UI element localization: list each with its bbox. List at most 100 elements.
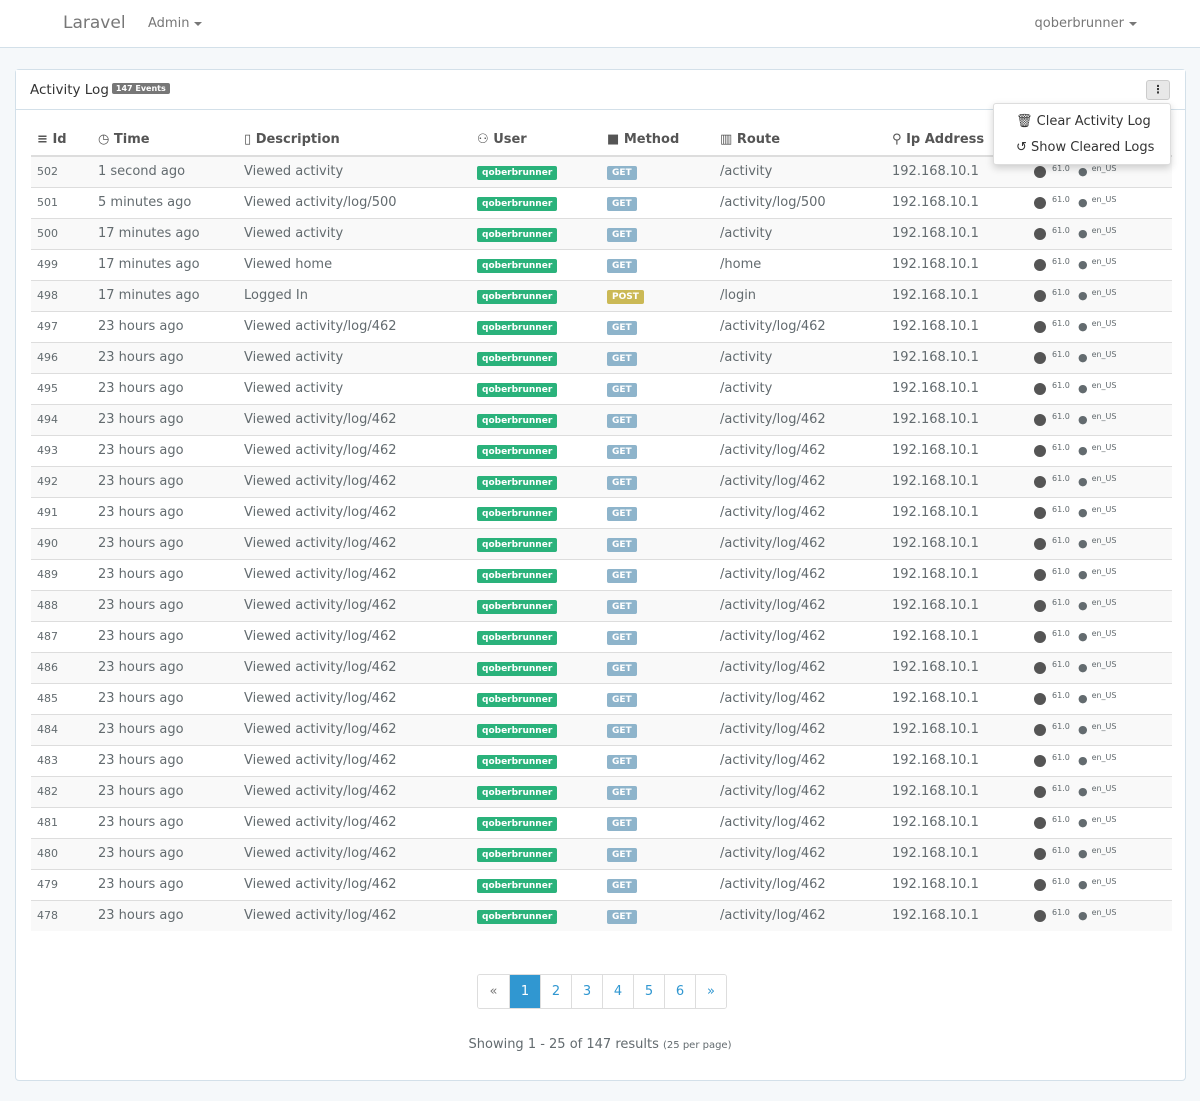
user-badge[interactable]: qoberbrunner: [477, 661, 558, 676]
user-badge[interactable]: qoberbrunner: [477, 909, 558, 924]
route-link[interactable]: /login: [720, 288, 756, 303]
table-row[interactable]: 494 23 hours ago Viewed activity/log/462 qo…: [31, 403, 1172, 435]
table-row[interactable]: 492 23 hours ago Viewed activity/log/462 qo…: [31, 465, 1172, 497]
table-row[interactable]: 487 23 hours ago Viewed activity/log/462 qo…: [31, 620, 1172, 652]
user-badge[interactable]: qoberbrunner: [477, 847, 558, 862]
user-badge[interactable]: qoberbrunner: [477, 196, 558, 211]
cell-description: Viewed activity/log/462: [238, 744, 471, 776]
cell-ip: 192.168.10.1: [886, 217, 1028, 249]
user-badge[interactable]: qoberbrunner: [477, 537, 558, 552]
menu-item-show-cleared-logs[interactable]: ↺ Show Cleared Logs: [994, 136, 1170, 162]
user-badge[interactable]: qoberbrunner: [477, 258, 558, 273]
table-row[interactable]: 491 23 hours ago Viewed activity/log/462 qo…: [31, 496, 1172, 528]
route-link[interactable]: /activity/log/462: [720, 691, 826, 706]
route-link[interactable]: /activity/log/462: [720, 319, 826, 334]
route-link[interactable]: /activity: [720, 350, 772, 365]
page-3[interactable]: 3: [571, 975, 602, 1008]
table-row[interactable]: 501 5 minutes ago Viewed activity/log/500 q…: [31, 186, 1172, 218]
table-row[interactable]: 500 17 minutes ago Viewed activity qoberbru…: [31, 217, 1172, 249]
page-4[interactable]: 4: [602, 975, 633, 1008]
table-row[interactable]: 481 23 hours ago Viewed activity/log/462 qo…: [31, 806, 1172, 838]
options-menu-button[interactable]: ⋮: [1146, 80, 1170, 100]
menu-label: Clear Activity Log: [1036, 114, 1151, 129]
page-5[interactable]: 5: [633, 975, 664, 1008]
user-badge[interactable]: qoberbrunner: [477, 413, 558, 428]
cell-method: GET: [601, 248, 714, 280]
col-time: ◷ Time: [92, 124, 238, 157]
page-2[interactable]: 2: [540, 975, 571, 1008]
user-badge[interactable]: qoberbrunner: [477, 816, 558, 831]
admin-dropdown[interactable]: Admin: [148, 16, 203, 31]
route-link[interactable]: /activity: [720, 226, 772, 241]
user-badge[interactable]: qoberbrunner: [477, 320, 558, 335]
user-badge[interactable]: qoberbrunner: [477, 382, 558, 397]
table-row[interactable]: 484 23 hours ago Viewed activity/log/462 qo…: [31, 713, 1172, 745]
table-row[interactable]: 478 23 hours ago Viewed activity/log/462 qo…: [31, 899, 1172, 931]
user-badge[interactable]: qoberbrunner: [477, 599, 558, 614]
table-row[interactable]: 482 23 hours ago Viewed activity/log/462 qo…: [31, 775, 1172, 807]
chrome-icon: [1034, 878, 1046, 891]
page-next[interactable]: »: [695, 975, 726, 1008]
route-link[interactable]: /activity: [720, 381, 772, 396]
user-badge[interactable]: qoberbrunner: [477, 475, 558, 490]
menu-item-clear-activity-log[interactable]: 🗑 Clear Activity Log: [994, 110, 1170, 136]
user-badge[interactable]: qoberbrunner: [477, 630, 558, 645]
page-prev[interactable]: «: [478, 975, 509, 1008]
table-row[interactable]: 496 23 hours ago Viewed activity qoberbrunn…: [31, 341, 1172, 373]
table-row[interactable]: 493 23 hours ago Viewed activity/log/462 qo…: [31, 434, 1172, 466]
route-link[interactable]: /activity/log/500: [720, 195, 826, 210]
user-badge[interactable]: qoberbrunner: [477, 227, 558, 242]
brand-link[interactable]: Laravel: [63, 13, 126, 33]
user-badge[interactable]: qoberbrunner: [477, 785, 558, 800]
route-link[interactable]: /activity/log/462: [720, 505, 826, 520]
route-link[interactable]: /home: [720, 257, 761, 272]
table-row[interactable]: 495 23 hours ago Viewed activity qoberbrunn…: [31, 372, 1172, 404]
table-row[interactable]: 497 23 hours ago Viewed activity/log/462 qo…: [31, 310, 1172, 342]
table-row[interactable]: 485 23 hours ago Viewed activity/log/462 qo…: [31, 682, 1172, 714]
route-link[interactable]: /activity/log/462: [720, 598, 826, 613]
user-badge[interactable]: qoberbrunner: [477, 351, 558, 366]
route-link[interactable]: /activity: [720, 164, 772, 179]
route-link[interactable]: /activity/log/462: [720, 784, 826, 799]
user-badge[interactable]: qoberbrunner: [477, 754, 558, 769]
route-link[interactable]: /activity/log/462: [720, 629, 826, 644]
cell-user: qoberbrunner: [471, 837, 601, 869]
cell-agent: 61.0 ● en_US: [1028, 620, 1172, 652]
user-badge[interactable]: qoberbrunner: [477, 506, 558, 521]
cell-id: 488: [31, 589, 92, 621]
route-link[interactable]: /activity/log/462: [720, 846, 826, 861]
route-link[interactable]: /activity/log/462: [720, 443, 826, 458]
route-link[interactable]: /activity/log/462: [720, 722, 826, 737]
route-link[interactable]: /activity/log/462: [720, 908, 826, 923]
table-row[interactable]: 486 23 hours ago Viewed activity/log/462 qo…: [31, 651, 1172, 683]
route-link[interactable]: /activity/log/462: [720, 567, 826, 582]
user-badge[interactable]: qoberbrunner: [477, 723, 558, 738]
user-badge[interactable]: qoberbrunner: [477, 568, 558, 583]
table-row[interactable]: 479 23 hours ago Viewed activity/log/462 qo…: [31, 868, 1172, 900]
table-row[interactable]: 498 17 minutes ago Logged In qoberbrunner PO…: [31, 279, 1172, 311]
table-row[interactable]: 499 17 minutes ago Viewed home qoberbrunner…: [31, 248, 1172, 280]
cell-time: 5 minutes ago: [92, 186, 238, 218]
locale: en_US: [1091, 319, 1117, 328]
cell-agent: 61.0 ● en_US: [1028, 806, 1172, 838]
user-badge[interactable]: qoberbrunner: [477, 444, 558, 459]
table-row[interactable]: 488 23 hours ago Viewed activity/log/462 qo…: [31, 589, 1172, 621]
user-dropdown[interactable]: qoberbrunner: [1035, 16, 1137, 31]
page-6[interactable]: 6: [664, 975, 695, 1008]
user-badge[interactable]: qoberbrunner: [477, 289, 558, 304]
table-row[interactable]: 483 23 hours ago Viewed activity/log/462 qo…: [31, 744, 1172, 776]
route-link[interactable]: /activity/log/462: [720, 753, 826, 768]
route-link[interactable]: /activity/log/462: [720, 536, 826, 551]
user-badge[interactable]: qoberbrunner: [477, 692, 558, 707]
route-link[interactable]: /activity/log/462: [720, 815, 826, 830]
route-link[interactable]: /activity/log/462: [720, 412, 826, 427]
route-link[interactable]: /activity/log/462: [720, 877, 826, 892]
table-row[interactable]: 490 23 hours ago Viewed activity/log/462 qo…: [31, 527, 1172, 559]
table-row[interactable]: 489 23 hours ago Viewed activity/log/462 qo…: [31, 558, 1172, 590]
route-link[interactable]: /activity/log/462: [720, 660, 826, 675]
table-row[interactable]: 480 23 hours ago Viewed activity/log/462 qo…: [31, 837, 1172, 869]
page-1[interactable]: 1: [509, 975, 540, 1008]
user-badge[interactable]: qoberbrunner: [477, 878, 558, 893]
route-link[interactable]: /activity/log/462: [720, 474, 826, 489]
user-badge[interactable]: qoberbrunner: [477, 165, 558, 180]
